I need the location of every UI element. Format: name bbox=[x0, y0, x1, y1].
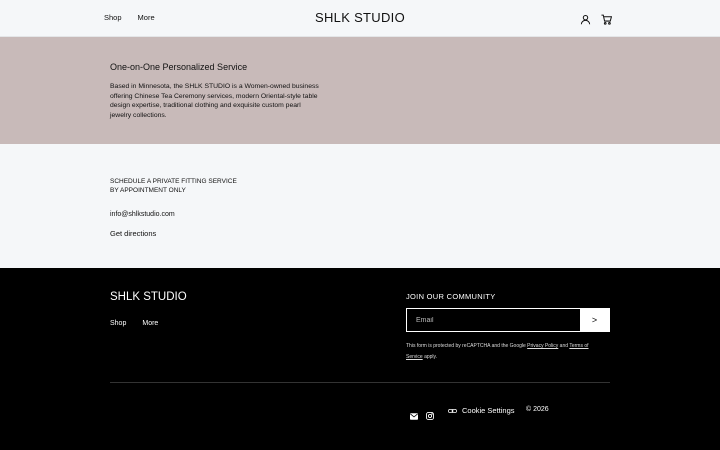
cookie-settings-button[interactable]: Cookie Settings bbox=[448, 406, 515, 415]
schedule-line-1: SCHEDULE A PRIVATE FITTING SERVICE bbox=[110, 178, 237, 185]
site-header: Shop More SHLK STUDIO bbox=[0, 0, 720, 37]
link-icon bbox=[448, 408, 457, 413]
instagram-icon[interactable] bbox=[426, 407, 434, 425]
hero-section: One-on-One Personalized Service Based in… bbox=[0, 37, 720, 144]
hero-description: Based in Minnesota, the SHLK STUDIO is a… bbox=[110, 83, 319, 120]
footer-nav-more[interactable]: More bbox=[142, 320, 158, 327]
site-logo[interactable]: SHLK STUDIO bbox=[0, 10, 720, 25]
contact-email-link[interactable]: info@shlkstudio.com bbox=[110, 211, 175, 218]
schedule-text: SCHEDULE A PRIVATE FITTING SERVICE BY AP… bbox=[110, 177, 270, 195]
account-icon[interactable] bbox=[580, 12, 591, 25]
recaptcha-notice: This form is protected by reCAPTCHA and … bbox=[406, 341, 606, 363]
recaptcha-suffix: apply. bbox=[422, 354, 438, 360]
footer-nav-shop[interactable]: Shop bbox=[110, 320, 126, 327]
newsletter-email-input[interactable] bbox=[407, 309, 580, 331]
copyright-text: © 2026 bbox=[526, 406, 549, 413]
schedule-line-2: BY APPOINTMENT ONLY bbox=[110, 187, 186, 194]
cart-icon[interactable] bbox=[601, 12, 613, 25]
hero-title: One-on-One Personalized Service bbox=[110, 62, 248, 72]
footer-logo[interactable]: SHLK STUDIO bbox=[110, 291, 187, 303]
newsletter-submit-button[interactable]: > bbox=[580, 309, 609, 331]
recaptcha-prefix: This form is protected by reCAPTCHA and … bbox=[406, 343, 528, 349]
cookie-settings-label: Cookie Settings bbox=[462, 406, 515, 415]
email-icon[interactable] bbox=[410, 407, 418, 425]
recaptcha-and: and bbox=[558, 343, 570, 349]
newsletter-title: JOIN OUR COMMUNITY bbox=[406, 292, 496, 301]
footer-divider bbox=[110, 382, 610, 383]
newsletter-form: > bbox=[406, 308, 610, 332]
header-icons bbox=[580, 12, 613, 25]
site-footer: SHLK STUDIO Shop More JOIN OUR COMMUNITY… bbox=[0, 268, 720, 450]
get-directions-link[interactable]: Get directions bbox=[110, 229, 156, 238]
privacy-policy-link[interactable]: Privacy Policy bbox=[527, 343, 558, 349]
footer-nav: Shop More bbox=[110, 320, 158, 327]
social-icons bbox=[410, 407, 434, 425]
